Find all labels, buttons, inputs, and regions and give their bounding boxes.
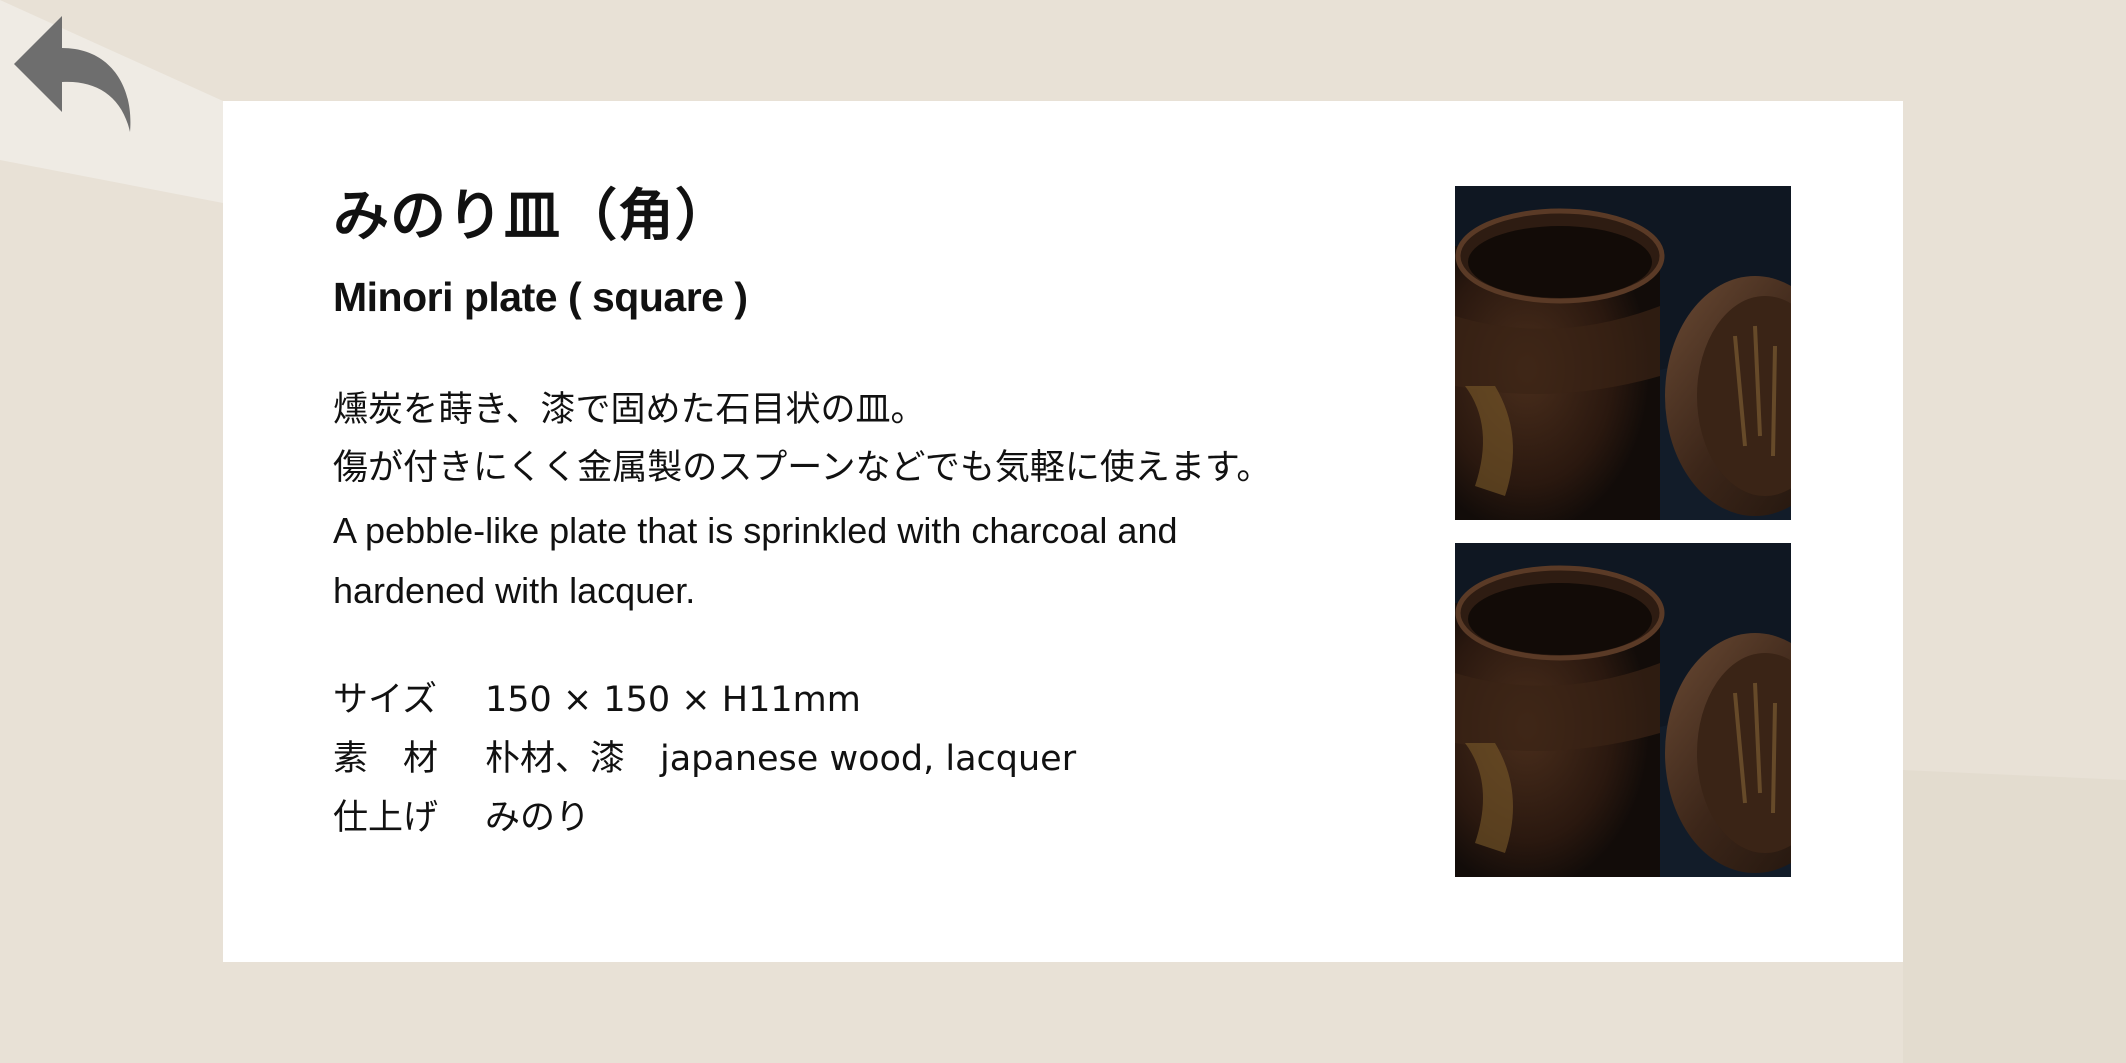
lacquered-container-image <box>1455 186 1791 520</box>
spec-label: サイズ <box>333 680 437 720</box>
spec-value: 150 × 150 × H11mm <box>485 680 861 720</box>
product-photo[interactable] <box>1455 186 1791 520</box>
back-button[interactable] <box>10 12 140 142</box>
spec-row-material: 素 材 朴材、漆 japanese wood, lacquer <box>333 730 1433 789</box>
undo-arrow-icon <box>14 16 131 132</box>
spec-value: 朴材、漆 japanese wood, lacquer <box>485 739 1077 779</box>
spec-row-size: サイズ 150 × 150 × H11mm <box>333 671 1433 730</box>
product-photo[interactable] <box>1455 543 1791 877</box>
spec-list: サイズ 150 × 150 × H11mm 素 材 朴材、漆 japanese … <box>333 671 1433 848</box>
description-ja-line: 傷が付きにくく金属製のスプーンなどでも気軽に使えます。 <box>333 448 1272 488</box>
description-ja: 燻炭を蒔き、漆で固めた石目状の皿。 傷が付きにくく金属製のスプーンなどでも気軽に… <box>333 381 1433 497</box>
product-title-en: Minori plate ( square ) <box>333 274 748 320</box>
product-title-ja: みのり皿（角） <box>333 184 732 249</box>
spec-label: 素 材 <box>333 739 439 779</box>
description-ja-line: 燻炭を蒔き、漆で固めた石目状の皿。 <box>333 390 926 430</box>
spec-value: みのり <box>485 798 591 838</box>
product-details: みのり皿（角） Minori plate ( square ) 燻炭を蒔き、漆で… <box>333 181 1433 848</box>
description-en: A pebble-like plate that is sprinkled wi… <box>333 510 1178 611</box>
spec-row-finish: 仕上げ みのり <box>333 789 1433 848</box>
spec-label: 仕上げ <box>333 798 439 838</box>
product-card: みのり皿（角） Minori plate ( square ) 燻炭を蒔き、漆で… <box>223 101 1903 962</box>
lacquered-container-image <box>1455 543 1791 877</box>
